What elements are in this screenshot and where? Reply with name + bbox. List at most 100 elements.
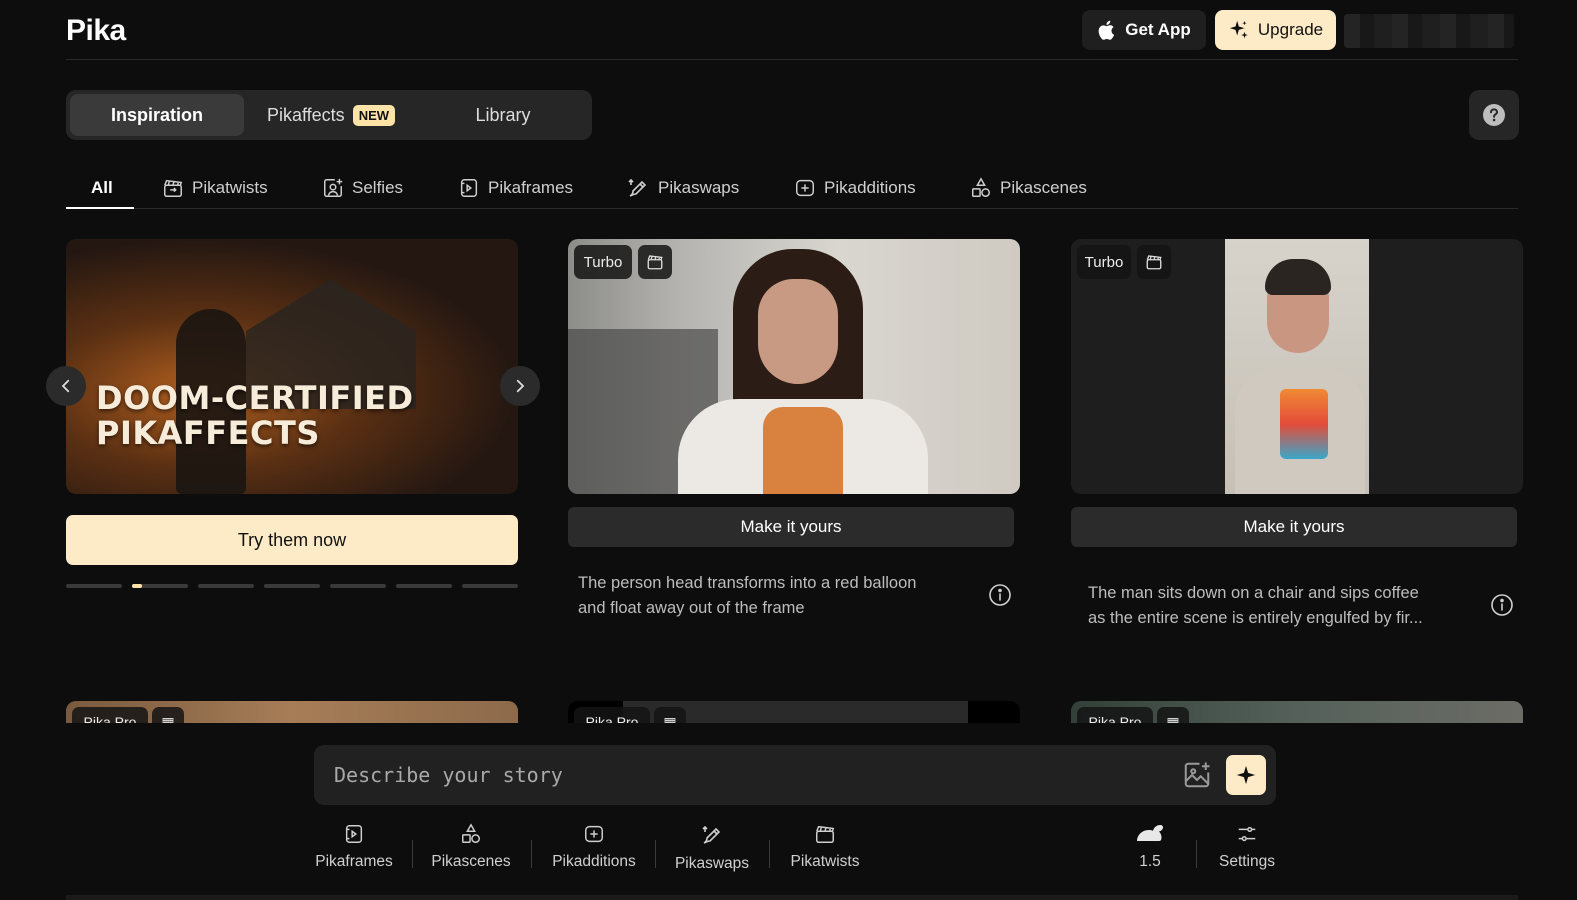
filter-pikascenes[interactable]: Pikascenes (970, 168, 1087, 208)
model-version-label: 1.5 (1139, 853, 1161, 870)
clapper-icon: ▦ (152, 707, 184, 723)
info-icon[interactable] (988, 583, 1012, 607)
tool-divider (412, 840, 413, 868)
card-prompt-line2: as the entire scene is entirely engulfed… (1088, 609, 1423, 627)
settings-label: Settings (1218, 853, 1275, 870)
filter-pikatwists[interactable]: Pikatwists (162, 168, 268, 208)
selfie-icon (324, 178, 343, 197)
carousel-dots (66, 584, 518, 589)
chevron-left-icon (61, 379, 70, 393)
make-it-yours-button[interactable]: Make it yours (1071, 507, 1517, 547)
filter-pikascenes-label: Pikascenes (1000, 178, 1087, 197)
account-menu[interactable] (1344, 14, 1514, 48)
apple-icon (1098, 20, 1115, 40)
tool-pikadditions[interactable]: Pikadditions (550, 823, 638, 871)
video-card-partial[interactable]: Pika Pro ▦ (568, 701, 1020, 723)
filter-all[interactable]: All (91, 168, 113, 208)
sparkle-icon (1229, 20, 1248, 39)
woman-top (763, 407, 843, 494)
tab-library[interactable]: Library (418, 94, 588, 136)
tool-divider (531, 840, 532, 868)
man-hair (1265, 259, 1331, 295)
turbo-badge: Turbo (574, 245, 632, 279)
story-input[interactable] (334, 745, 1154, 805)
carousel-dot[interactable] (462, 584, 518, 588)
generate-button[interactable] (1226, 755, 1266, 795)
video-card-partial[interactable]: Pika Pro ▦ (1071, 701, 1523, 723)
settings-button[interactable]: Settings (1214, 823, 1280, 871)
video-card-partial[interactable]: Pika Pro ▦ (66, 701, 518, 723)
carousel-dot[interactable] (264, 584, 320, 588)
tool-pikaswaps-label: Pikaswaps (674, 855, 750, 872)
hero-headline-line2: PIKAFFECTS (96, 414, 320, 452)
header-divider (66, 59, 1518, 60)
carousel-dot[interactable] (66, 584, 122, 588)
tool-pikascenes-label: Pikascenes (431, 853, 511, 870)
get-app-button[interactable]: Get App (1082, 10, 1206, 50)
story-composer (314, 745, 1276, 805)
shapes-icon (972, 177, 990, 197)
new-badge: NEW (352, 104, 396, 126)
image-upload-icon[interactable] (1182, 760, 1212, 790)
man-shirt-print (1280, 389, 1328, 459)
tab-inspiration-label: Inspiration (110, 104, 203, 125)
tab-pikaffects[interactable]: Pikaffects NEW (248, 94, 414, 136)
category-filter-bar: All Pikatwists Selfies Pikaframes Pikasw… (66, 168, 1518, 209)
filter-all-label: All (91, 178, 113, 197)
upgrade-label: Upgrade (1257, 20, 1324, 39)
carousel-dot[interactable] (396, 584, 452, 588)
filter-pikaswaps[interactable]: Pikaswaps (626, 168, 739, 208)
filter-pikadditions[interactable]: Pikadditions (794, 168, 916, 208)
make-it-yours-button[interactable]: Make it yours (568, 507, 1014, 547)
tool-pikaframes-label: Pikaframes (315, 853, 393, 870)
pika-pro-badge: Pika Pro (72, 707, 148, 723)
help-icon (1483, 104, 1505, 126)
info-icon[interactable] (1490, 593, 1514, 617)
clapper-icon (164, 179, 183, 197)
pika-pro-badge: Pika Pro (574, 707, 650, 723)
tool-pikaswaps[interactable]: Pikaswaps (674, 823, 750, 873)
tool-divider (1196, 840, 1197, 868)
tool-divider (655, 840, 656, 868)
card-prompt-line2: and float away out of the frame (578, 599, 805, 617)
carousel-prev-button[interactable] (46, 366, 86, 406)
carousel-dot-active[interactable] (132, 584, 188, 588)
filter-selfies[interactable]: Selfies (322, 168, 403, 208)
add-frame-icon (585, 825, 603, 843)
next-row-peek (66, 895, 1518, 900)
hero-banner[interactable]: DOOM-CERTIFIED PIKAFFECTS (66, 239, 518, 494)
active-filter-indicator (66, 207, 134, 209)
tool-pikascenes[interactable]: Pikascenes (430, 823, 512, 871)
rabbit-icon (1137, 825, 1163, 841)
card-prompt-line1: The man sits down on a chair and sips co… (1088, 584, 1419, 602)
pikatwists-badge (638, 245, 672, 279)
sliders-icon (1238, 826, 1256, 842)
clapper-icon (647, 255, 663, 270)
tool-pikatwists[interactable]: Pikatwists (788, 823, 862, 871)
pika-logo[interactable]: Pika (66, 14, 126, 48)
frames-icon (345, 825, 363, 843)
carousel-dot[interactable] (330, 584, 386, 588)
filter-pikaframes-label: Pikaframes (488, 178, 574, 197)
clapper-icon: ▦ (654, 707, 686, 723)
try-them-now-button[interactable]: Try them now (66, 515, 518, 565)
video-card-man[interactable]: Turbo (1071, 239, 1523, 494)
upgrade-button[interactable]: Upgrade (1215, 10, 1336, 50)
main-tabs: Inspiration Pikaffects NEW Library (66, 90, 592, 140)
tab-inspiration[interactable]: Inspiration (70, 94, 244, 136)
pikatwists-badge (1137, 245, 1171, 279)
chevron-right-icon (516, 379, 525, 393)
video-card-woman[interactable]: Turbo (568, 239, 1020, 494)
hero-headline-line1: DOOM-CERTIFIED (96, 379, 414, 417)
man-photo (1225, 239, 1369, 494)
tool-pikaframes[interactable]: Pikaframes (314, 823, 394, 871)
filter-pikatwists-label: Pikatwists (192, 178, 268, 197)
help-button[interactable] (1469, 90, 1519, 140)
filter-pikaswaps-label: Pikaswaps (658, 178, 740, 197)
model-selector[interactable]: 1.5 (1130, 823, 1170, 871)
carousel-dot[interactable] (198, 584, 254, 588)
tab-library-label: Library (475, 104, 531, 125)
clapper-icon (1146, 255, 1162, 270)
carousel-next-button[interactable] (500, 366, 540, 406)
filter-pikaframes[interactable]: Pikaframes (458, 168, 573, 208)
